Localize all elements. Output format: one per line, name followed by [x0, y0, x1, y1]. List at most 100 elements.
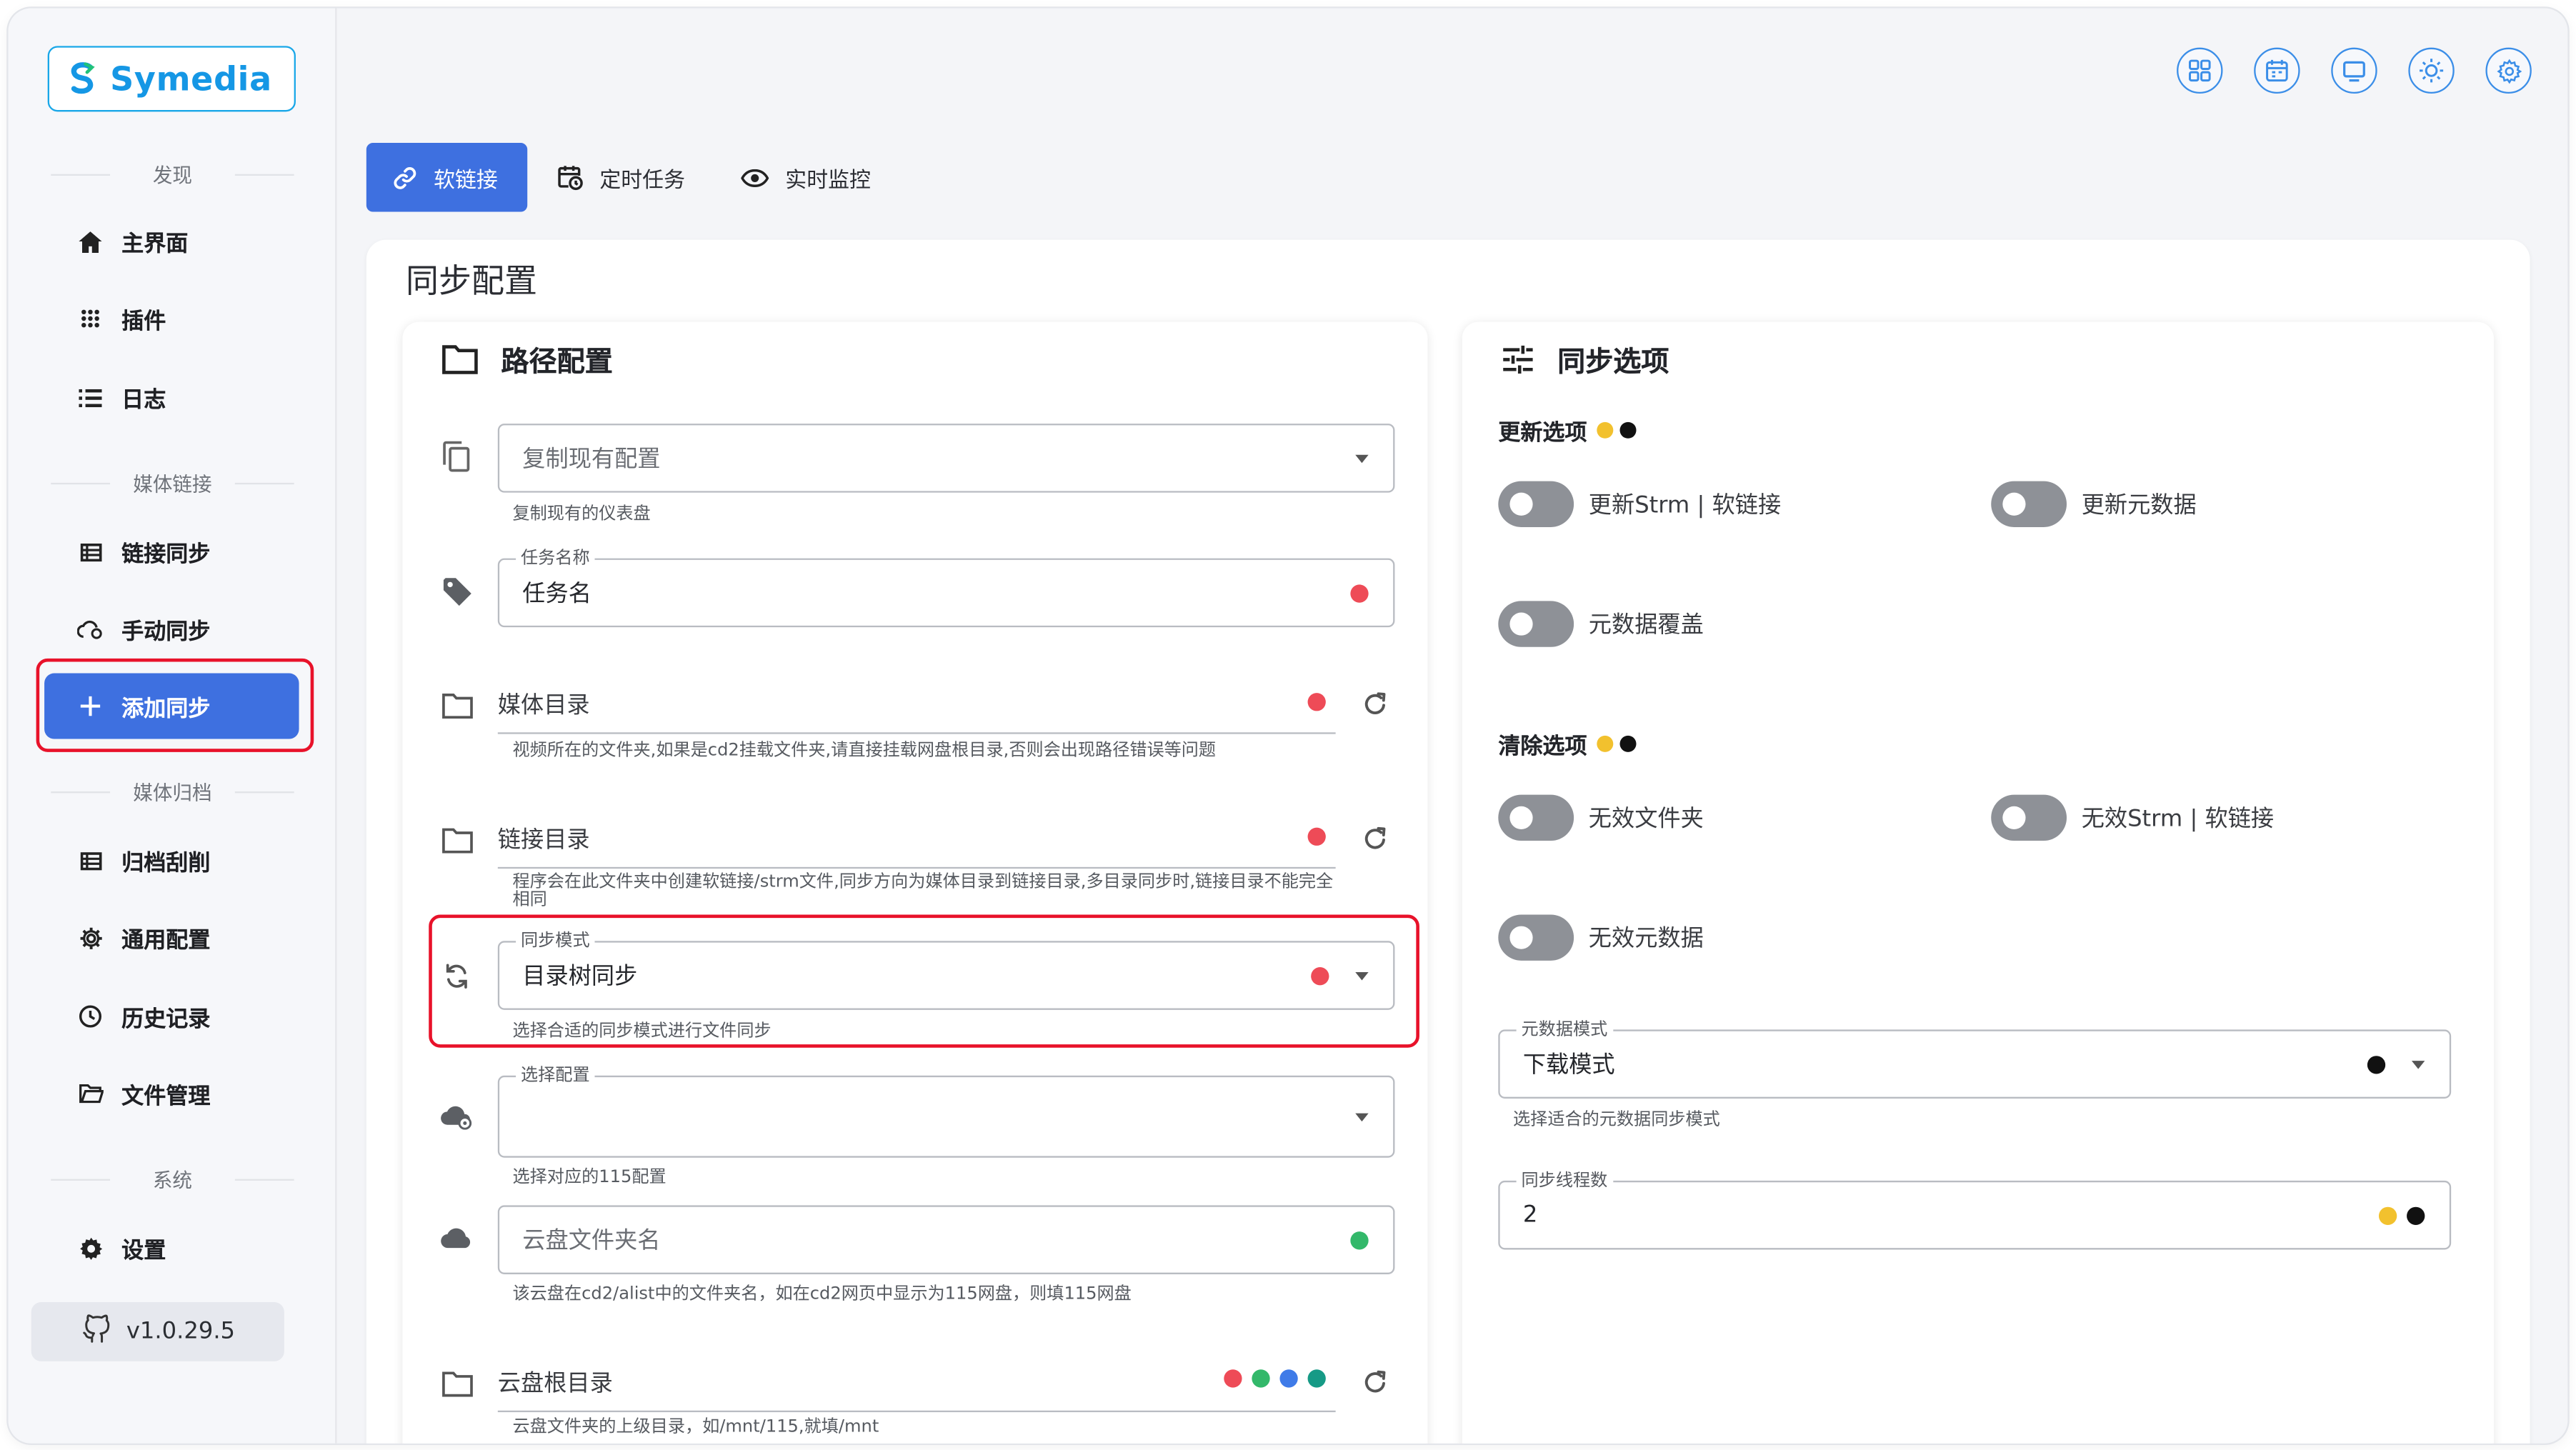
tab-symlink[interactable]: 软链接	[366, 143, 528, 212]
sidebar-item-history[interactable]: 历史记录	[44, 984, 299, 1049]
meta-mode-value: 下载模式	[1522, 1052, 1615, 1079]
threads-field[interactable]: 同步线程数 2	[1498, 1169, 2452, 1250]
sidebar-item-manual-sync[interactable]: 手动同步	[44, 596, 299, 662]
page-title: 同步配置	[406, 261, 538, 301]
link-icon	[393, 165, 417, 189]
update-options-heading: 更新选项	[1498, 414, 1637, 447]
sidebar-item-label: 归档刮削	[121, 850, 211, 877]
version-badge[interactable]: v1.0.29.5	[31, 1302, 284, 1361]
list-icon	[77, 384, 104, 411]
gear-icon[interactable]	[2485, 47, 2532, 94]
update-strm-toggle[interactable]: 更新Strm | 软链接	[1498, 481, 1781, 527]
select-config-select[interactable]: 选择配置	[497, 1064, 1395, 1158]
toggle-switch[interactable]	[1991, 481, 2067, 527]
path-config-card: 路径配置 复制现有配置 复制现有的仪表盘 任务名称 任务名 媒体目录 视频所在的…	[402, 321, 1428, 1444]
sidebar-item-archive-scrape[interactable]: 归档刮削	[44, 828, 299, 894]
sidebar-item-general-config[interactable]: 通用配置	[44, 905, 299, 971]
sidebar-item-file-manager[interactable]: 文件管理	[44, 1061, 299, 1126]
tab-bar: 软链接 定时任务 实时监控	[366, 143, 900, 212]
version-label: v1.0.29.5	[126, 1319, 236, 1345]
calendar-clock-icon	[557, 164, 584, 191]
toggle-switch[interactable]	[1498, 914, 1574, 961]
cloud-sync-icon	[77, 616, 104, 642]
heading-text: 更新选项	[1498, 420, 1587, 447]
sync-options-title: 同步选项	[1502, 339, 1669, 379]
status-dot-teal	[1307, 1369, 1326, 1388]
folder-outline-icon	[439, 1366, 475, 1403]
tab-monitor[interactable]: 实时监控	[714, 143, 897, 212]
cloud-folder-placeholder: 云盘文件夹名	[522, 1228, 661, 1255]
status-dot-blue	[1279, 1369, 1298, 1388]
cloud-folder-field[interactable]: 云盘文件夹名	[497, 1205, 1395, 1274]
task-name-field[interactable]: 任务名称 任务名	[497, 546, 1395, 628]
toggle-label: 元数据覆盖	[1588, 612, 1704, 639]
status-dot-red	[1224, 1369, 1242, 1388]
status-dot-black	[2407, 1206, 2425, 1225]
toggle-label: 更新元数据	[2081, 492, 2197, 519]
section-media-archive: 媒体归档	[8, 779, 336, 806]
folder-outline-icon	[439, 688, 475, 724]
gear-icon	[77, 1235, 104, 1261]
refresh-icon[interactable]	[1362, 691, 1388, 718]
sidebar-item-plugins[interactable]: 插件	[44, 286, 299, 351]
status-dot-yellow	[2378, 1206, 2397, 1225]
sidebar-item-label: 日志	[121, 387, 166, 414]
meta-overwrite-toggle[interactable]: 元数据覆盖	[1498, 601, 1704, 647]
heading-text: 清除选项	[1498, 734, 1587, 761]
main-panel: 同步配置 路径配置 复制现有配置 复制现有的仪表盘 任务名称 任务名 媒体目录 …	[366, 239, 2530, 1444]
card-title-text: 路径配置	[501, 346, 613, 380]
toggle-switch[interactable]	[1498, 794, 1574, 841]
tab-scheduled[interactable]: 定时任务	[531, 143, 712, 212]
table-icon	[77, 847, 104, 874]
toggle-switch[interactable]	[1498, 601, 1574, 647]
media-dir-input[interactable]: 媒体目录	[497, 675, 1336, 734]
toggle-switch[interactable]	[1991, 794, 2067, 841]
toggle-label: 无效文件夹	[1588, 806, 1704, 833]
sidebar-item-home[interactable]: 主界面	[44, 209, 299, 274]
tab-label: 软链接	[434, 168, 498, 194]
cloud-root-help: 云盘文件夹的上级目录，如/mnt/115,就填/mnt	[512, 1416, 879, 1437]
toggle-switch[interactable]	[1498, 481, 1574, 527]
highlight-box	[429, 914, 1419, 1048]
cloud-root-placeholder: 云盘根目录	[497, 1370, 613, 1397]
toggle-label: 无效元数据	[1588, 926, 1704, 953]
status-dot-green	[1350, 1231, 1369, 1250]
refresh-icon[interactable]	[1362, 1369, 1388, 1396]
media-dir-placeholder: 媒体目录	[497, 691, 590, 719]
cloud-config-icon	[439, 1099, 475, 1135]
tune-icon	[1502, 344, 1534, 374]
apps-icon[interactable]	[2177, 47, 2223, 94]
app-logo[interactable]: Symedia	[47, 46, 296, 112]
monitor-icon[interactable]	[2331, 47, 2377, 94]
section-media-link: 媒体链接	[8, 469, 336, 497]
folder-icon	[442, 344, 479, 374]
cloud-root-input[interactable]: 云盘根目录	[497, 1353, 1336, 1413]
refresh-icon[interactable]	[1362, 826, 1388, 852]
sidebar-item-label: 历史记录	[121, 1006, 211, 1034]
media-dir-help: 视频所在的文件夹,如果是cd2挂载文件夹,请直接挂载网盘根目录,否则会出现路径错…	[512, 740, 1217, 761]
meta-mode-help: 选择适合的元数据同步模式	[1513, 1110, 1720, 1130]
sidebar-item-logs[interactable]: 日志	[44, 364, 299, 430]
copy-config-help: 复制现有的仪表盘	[512, 504, 651, 524]
link-dir-input[interactable]: 链接目录	[497, 809, 1336, 869]
brightness-icon[interactable]	[2408, 47, 2455, 94]
copy-config-placeholder: 复制现有配置	[522, 446, 661, 474]
copy-config-select[interactable]: 复制现有配置	[497, 424, 1395, 493]
home-icon	[77, 229, 104, 255]
invalid-folder-toggle[interactable]: 无效文件夹	[1498, 794, 1704, 841]
invalid-strm-toggle[interactable]: 无效Strm | 软链接	[1991, 794, 2274, 841]
meta-mode-select[interactable]: 元数据模式 下载模式	[1498, 1018, 2452, 1099]
tag-icon	[439, 573, 475, 609]
calendar-icon[interactable]	[2254, 47, 2300, 94]
sidebar-item-link-sync[interactable]: 链接同步	[44, 519, 299, 584]
task-name-value: 任务名	[522, 581, 591, 608]
cloud-folder-help: 该云盘在cd2/alist中的文件夹名，如在cd2网页中显示为115网盘，则填1…	[512, 1284, 1132, 1304]
logo-text: Symedia	[110, 59, 272, 99]
update-meta-toggle[interactable]: 更新元数据	[1991, 481, 2197, 527]
invalid-meta-toggle[interactable]: 无效元数据	[1498, 914, 1704, 961]
status-dot-red	[1307, 693, 1326, 711]
threads-value: 2	[1522, 1201, 1538, 1229]
link-dir-placeholder: 链接目录	[497, 826, 590, 854]
sidebar-item-settings[interactable]: 设置	[44, 1215, 299, 1281]
chevron-down-icon	[1355, 454, 1369, 464]
